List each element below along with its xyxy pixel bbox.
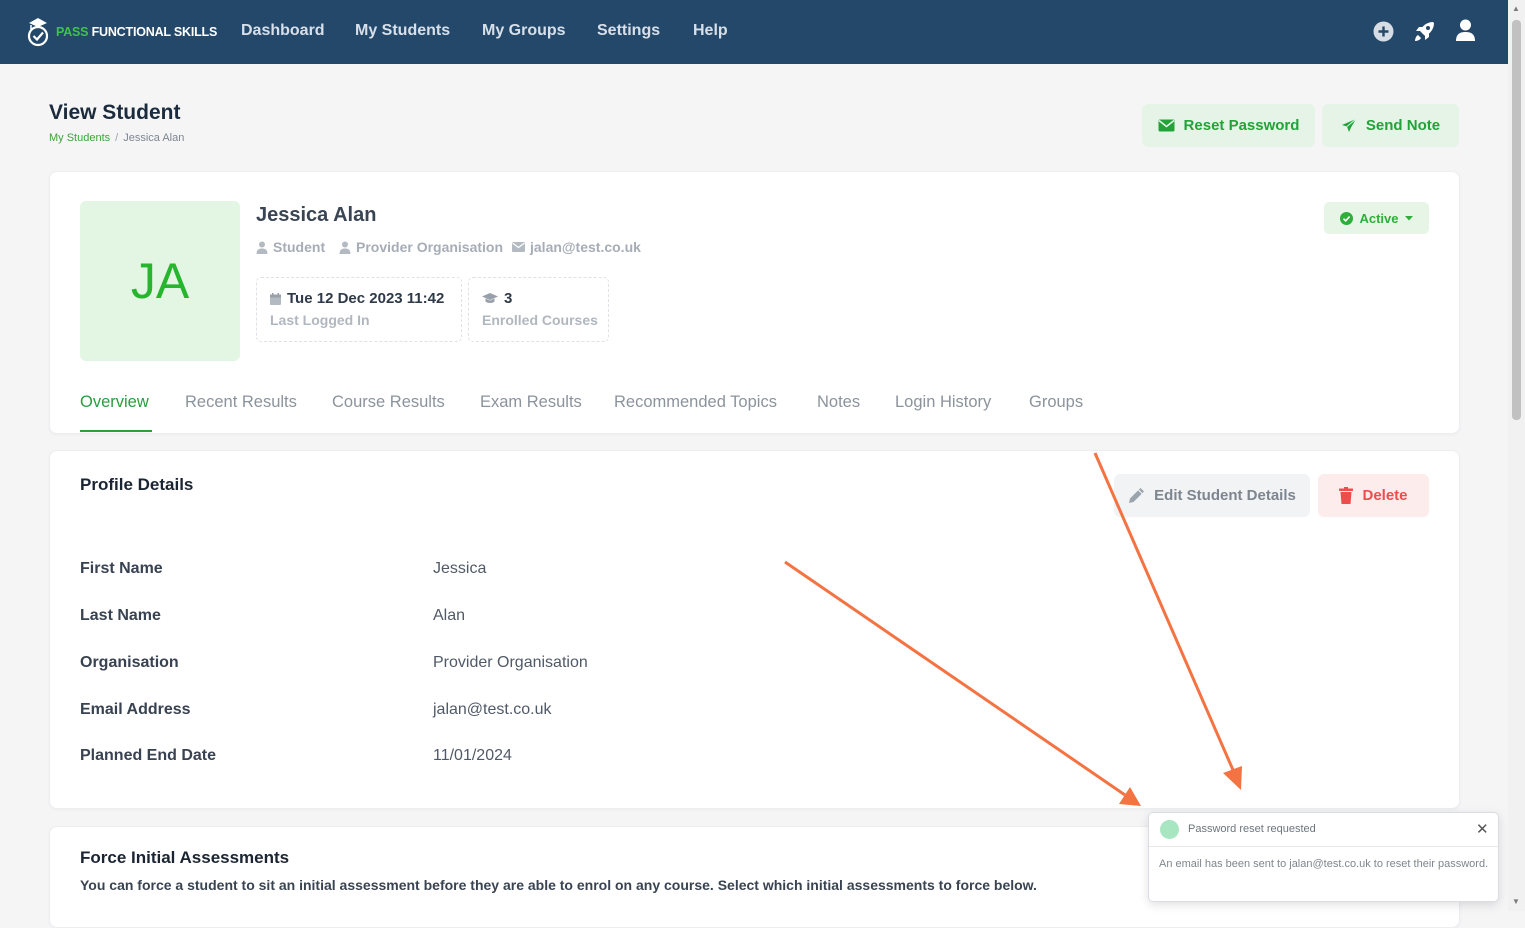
annotation-arrowhead	[1119, 787, 1141, 806]
annotation-arrowhead	[1223, 766, 1242, 790]
toast-header: Password reset requested ✕	[1149, 813, 1498, 847]
annotation-arrow	[1093, 452, 1235, 771]
password-reset-toast: Password reset requested ✕ An email has …	[1148, 812, 1499, 902]
toast-body: An email has been sent to jalan@test.co.…	[1159, 858, 1489, 870]
annotation-arrow	[784, 560, 1126, 797]
toast-title: Password reset requested	[1188, 823, 1316, 835]
close-icon[interactable]: ✕	[1476, 820, 1489, 838]
success-dot-icon	[1160, 820, 1179, 839]
annotation-arrows	[784, 452, 1242, 806]
